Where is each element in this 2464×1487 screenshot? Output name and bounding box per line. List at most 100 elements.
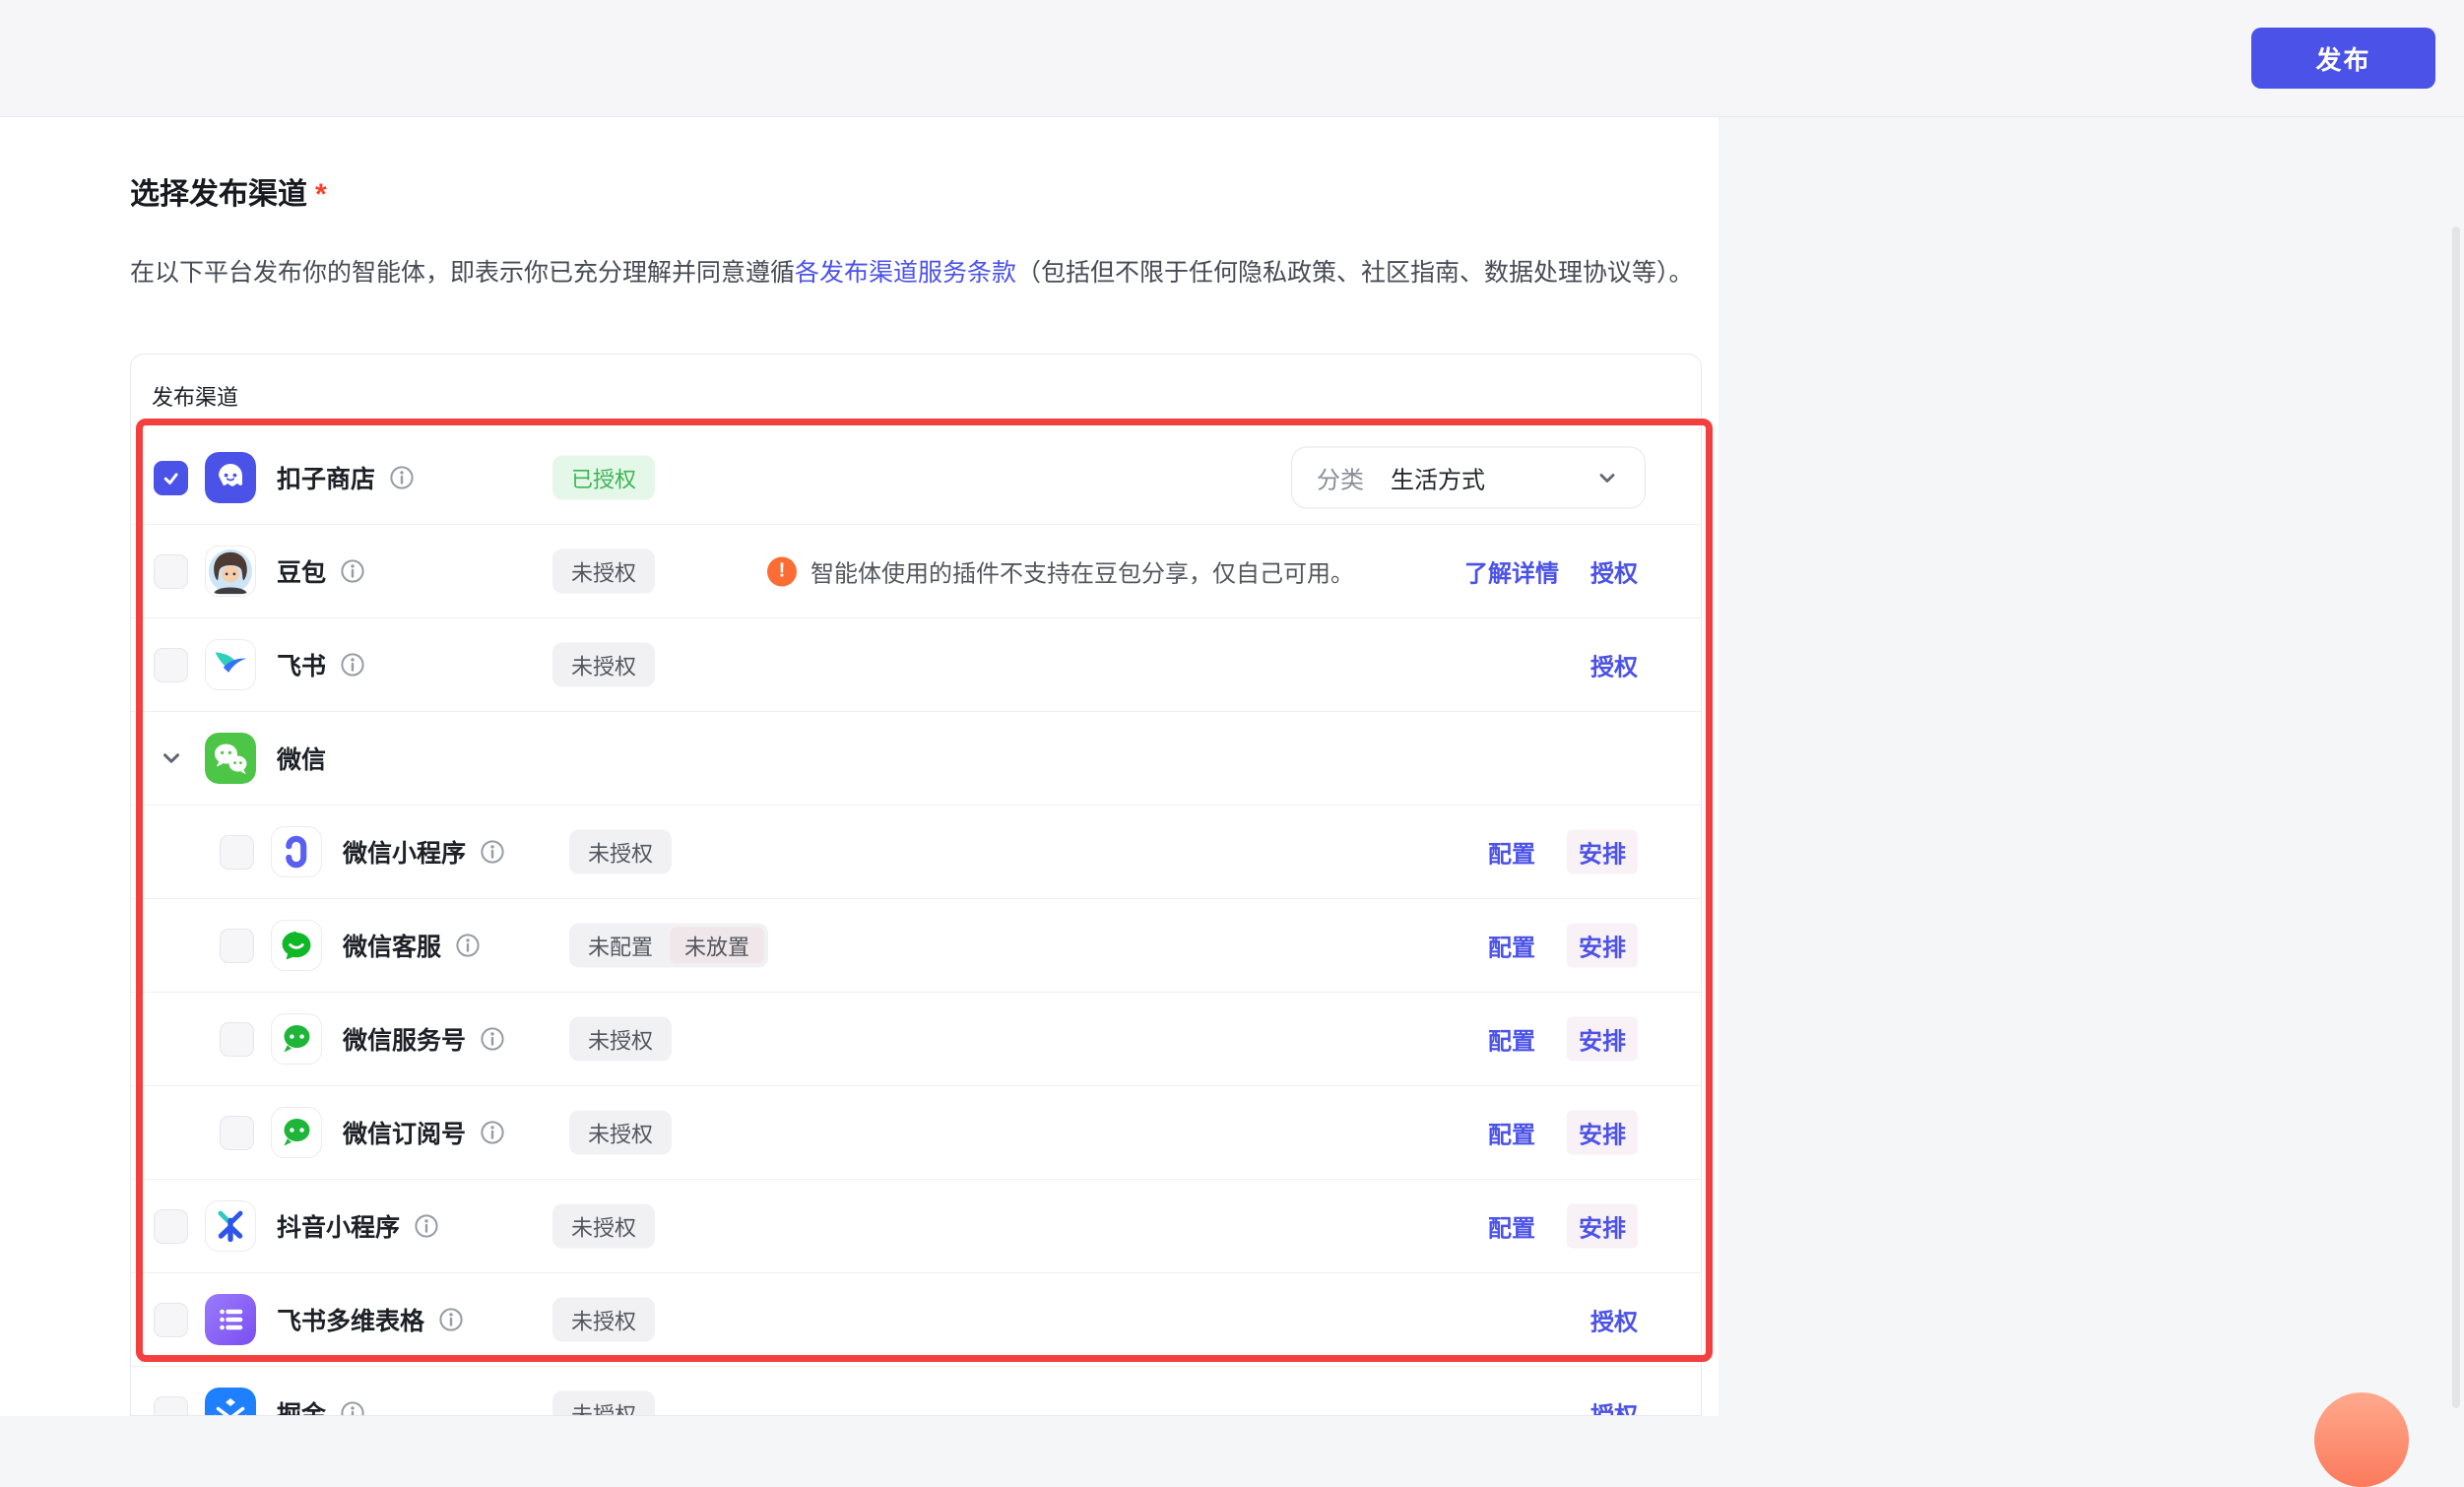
- channel-row-wechat-subscription-account: 微信订阅号 未授权 配置安排: [131, 1086, 1701, 1180]
- configure-link[interactable]: 配置: [1488, 1209, 1535, 1244]
- channel-row-coze-store: 扣子商店 已授权 分类生活方式: [131, 431, 1701, 525]
- wechat-miniprogram-icon: [271, 826, 322, 877]
- authorize-link[interactable]: 授权: [1590, 1303, 1638, 1337]
- channel-checkbox-wechat-kefu[interactable]: [220, 929, 254, 963]
- schedule-link[interactable]: 安排: [1567, 1017, 1638, 1062]
- channel-label: 微信订阅号: [343, 1115, 466, 1150]
- feishu-base-icon: [205, 1294, 256, 1345]
- row-actions: 配置安排: [1488, 924, 1638, 968]
- status-badge-text: 未授权: [573, 834, 668, 871]
- badge-slot: 已授权: [552, 456, 655, 500]
- category-select-label: 分类: [1317, 461, 1364, 495]
- channel-row-wechat-group: 微信: [131, 712, 1701, 806]
- status-badge-text: 未授权: [573, 1115, 668, 1151]
- channel-label: 飞书: [277, 647, 326, 682]
- page-title: 选择发布渠道*: [130, 169, 327, 213]
- authorize-link[interactable]: 授权: [1590, 648, 1638, 682]
- learn-more-link[interactable]: 了解详情: [1464, 554, 1559, 589]
- channel-terms-description: 在以下平台发布你的智能体，即表示你已充分理解并同意遵循各发布渠道服务条款（包括但…: [130, 248, 1704, 297]
- badge-slot: 未授权: [569, 1017, 672, 1062]
- description-text-after: （包括但不限于任何隐私政策、社区指南、数据处理协议等）。: [1016, 259, 1694, 287]
- category-select-value: 生活方式: [1391, 461, 1485, 495]
- page-title-text: 选择发布渠道: [130, 178, 307, 211]
- info-icon[interactable]: [389, 465, 415, 490]
- help-floating-button[interactable]: [2314, 1392, 2409, 1487]
- info-icon[interactable]: [340, 1400, 365, 1416]
- channel-row-juejin: 掘金 未授权 授权: [131, 1367, 1701, 1416]
- channel-checkbox-wechat-subscription-account[interactable]: [220, 1116, 254, 1150]
- schedule-link[interactable]: 安排: [1567, 924, 1638, 968]
- configure-link[interactable]: 配置: [1488, 1116, 1535, 1150]
- info-icon[interactable]: [480, 1026, 505, 1052]
- info-icon[interactable]: [455, 933, 481, 958]
- channel-checkbox-wechat-service-account[interactable]: [220, 1022, 254, 1057]
- wechat-icon: [205, 733, 256, 784]
- status-badge: 未授权: [552, 1391, 655, 1417]
- channel-checkbox-juejin[interactable]: [154, 1396, 188, 1417]
- schedule-link[interactable]: 安排: [1567, 1111, 1638, 1155]
- status-badge: 未授权: [552, 643, 655, 687]
- doubao-icon: [205, 546, 256, 597]
- chevron-down-icon: [1594, 465, 1620, 490]
- row-actions: 授权: [1590, 648, 1638, 682]
- badge-slot: 未授权: [569, 830, 672, 874]
- wechat-official-icon: [271, 1013, 322, 1065]
- scrollbar[interactable]: [2452, 226, 2460, 1408]
- status-badge-text: 未授权: [556, 1302, 651, 1338]
- schedule-link[interactable]: 安排: [1567, 1204, 1638, 1249]
- channel-label: 微信小程序: [343, 834, 466, 870]
- channel-checkbox-wechat-miniprogram[interactable]: [220, 835, 254, 870]
- channel-label: 微信服务号: [343, 1021, 466, 1057]
- channel-row-wechat-service-account: 微信服务号 未授权 配置安排: [131, 993, 1701, 1086]
- channel-checkbox-feishu-base[interactable]: [154, 1303, 188, 1337]
- channel-checkbox-douyin-miniprogram[interactable]: [154, 1209, 188, 1244]
- status-badge: 未授权: [569, 1111, 672, 1155]
- top-bar: 发布: [0, 0, 2464, 117]
- coze-store-icon: [205, 452, 256, 503]
- channel-label: 扣子商店: [277, 460, 375, 495]
- channel-row-doubao: 豆包未授权!智能体使用的插件不支持在豆包分享，仅自己可用。了解详情授权: [131, 525, 1701, 618]
- warning-icon: !: [767, 556, 797, 586]
- channel-list: 扣子商店 已授权 分类生活方式豆包未授权! 智能体使用的插件不支持在豆包分享，仅自己可…: [131, 431, 1701, 1416]
- publish-channels-card: 发布渠道 扣子商店已授权分类生活方式豆包未授权!智能体使用的插件不支持在豆包分享…: [130, 354, 1702, 1416]
- category-select[interactable]: 分类生活方式: [1291, 447, 1646, 509]
- channel-checkbox-coze-store[interactable]: [154, 461, 188, 495]
- info-icon[interactable]: [480, 839, 505, 865]
- check-icon: [160, 467, 182, 489]
- row-actions: 配置安排: [1488, 1017, 1638, 1062]
- info-icon[interactable]: [480, 1120, 505, 1145]
- configure-link[interactable]: 配置: [1488, 929, 1535, 963]
- status-badge: 未授权: [552, 1298, 655, 1342]
- channel-label: 掘金: [277, 1395, 326, 1416]
- authorize-link[interactable]: 授权: [1590, 1396, 1638, 1417]
- channel-label: 微信客服: [343, 928, 441, 963]
- schedule-link[interactable]: 安排: [1567, 830, 1638, 874]
- info-icon[interactable]: [340, 558, 365, 584]
- channel-label: 豆包: [277, 553, 326, 589]
- row-actions: 配置安排: [1488, 1204, 1638, 1249]
- publish-button[interactable]: 发布: [2251, 28, 2435, 89]
- warning-text: 智能体使用的插件不支持在豆包分享，仅自己可用。: [811, 554, 1354, 589]
- status-badge-text: 已授权: [556, 460, 651, 496]
- badge-slot: 未配置未放置: [569, 924, 768, 968]
- required-mark: *: [315, 178, 327, 211]
- status-badge-text: 未授权: [556, 647, 651, 683]
- juejin-icon: [205, 1388, 256, 1416]
- status-badge: 未授权: [552, 1204, 655, 1249]
- row-actions: 授权: [1590, 1396, 1638, 1417]
- channel-checkbox-doubao[interactable]: [154, 554, 188, 589]
- configure-link[interactable]: 配置: [1488, 1022, 1535, 1057]
- info-icon[interactable]: [340, 652, 365, 678]
- channel-label: 飞书多维表格: [277, 1302, 424, 1337]
- info-icon[interactable]: [438, 1307, 464, 1332]
- configure-link[interactable]: 配置: [1488, 835, 1535, 870]
- channel-label: 微信: [277, 741, 326, 776]
- row-actions: 了解详情授权: [1464, 554, 1638, 589]
- badge-slot: 未授权: [552, 1298, 655, 1342]
- chevron-down-icon[interactable]: [154, 742, 188, 776]
- channel-checkbox-feishu[interactable]: [154, 648, 188, 682]
- authorize-link[interactable]: 授权: [1590, 554, 1638, 589]
- info-icon[interactable]: [414, 1213, 439, 1239]
- channel-label: 抖音小程序: [277, 1208, 400, 1244]
- terms-link[interactable]: 各发布渠道服务条款: [795, 259, 1016, 287]
